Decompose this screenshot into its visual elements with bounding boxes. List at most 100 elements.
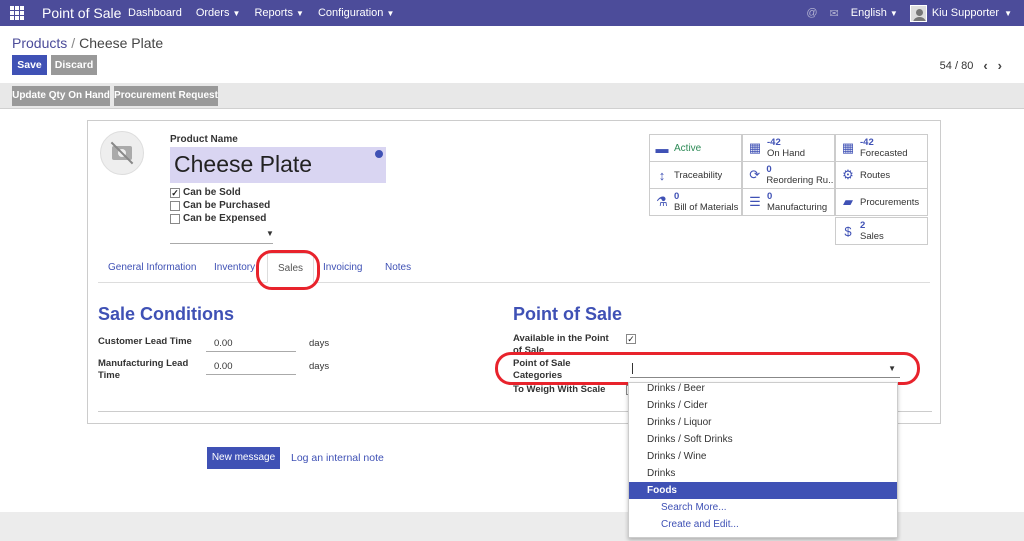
customer-lead-time-input[interactable]: 0.00: [206, 337, 296, 352]
chat-icon[interactable]: ✉: [830, 7, 839, 20]
can-be-sold-row: ✓ Can be Sold: [170, 187, 241, 198]
chevron-down-icon[interactable]: ▼: [266, 229, 274, 238]
bill-of-materials-button[interactable]: ⚗ 0 Bill of Materials: [649, 188, 742, 216]
product-name-label: Product Name: [170, 134, 238, 145]
avatar: [909, 4, 927, 22]
notebook-tabs: General Information Inventory Sales Invo…: [98, 253, 930, 283]
to-weigh-label: To Weigh With Scale: [513, 384, 606, 395]
category-select[interactable]: [170, 243, 273, 244]
building-icon: ▦: [748, 140, 762, 155]
forecasted-button[interactable]: ▦ -42 Forecasted: [835, 134, 928, 162]
reordering-rules-button[interactable]: ⟳ 0 Reordering Ru...: [742, 161, 835, 189]
dollar-icon: $: [844, 223, 852, 239]
language-menu[interactable]: English ▼: [851, 7, 898, 19]
tab-invoicing[interactable]: Invoicing: [313, 253, 372, 283]
arrows-vertical-icon: ↕: [658, 167, 666, 183]
archive-icon: ▬: [655, 140, 669, 156]
manufacturing-lead-time-input[interactable]: 0.00: [206, 360, 296, 375]
apps-grid-icon[interactable]: [10, 6, 24, 20]
save-button[interactable]: Save: [12, 55, 47, 75]
dropdown-item[interactable]: Drinks / Cider: [629, 397, 897, 414]
on-hand-label: On Hand: [767, 148, 806, 159]
forecasted-label: Forecasted: [860, 148, 908, 159]
product-name-value: Cheese Plate: [174, 151, 313, 177]
dropdown-item[interactable]: Drinks / Wine: [629, 448, 897, 465]
sale-conditions-title: Sale Conditions: [98, 304, 235, 324]
sales-value: 2: [860, 220, 866, 231]
chevron-down-icon: ▼: [386, 9, 395, 18]
breadcrumb-current: Cheese Plate: [79, 35, 164, 51]
menu-reports[interactable]: Reports ▼: [254, 7, 304, 19]
can-be-expensed-checkbox[interactable]: [170, 213, 180, 224]
flask-icon: ⚗: [656, 194, 668, 209]
forecasted-value: -42: [860, 137, 874, 148]
breadcrumb-separator: /: [71, 35, 76, 51]
available-in-pos-checkbox[interactable]: ✓: [626, 334, 636, 344]
can-be-expensed-label: Can be Expensed: [183, 213, 267, 224]
can-be-purchased-checkbox[interactable]: [170, 200, 180, 211]
manufacturing-button[interactable]: ☰ 0 Manufacturing: [742, 188, 835, 216]
new-message-button[interactable]: New message: [207, 447, 280, 469]
list-icon: ☰: [749, 194, 761, 209]
procurements-label: Procurements: [860, 196, 920, 208]
sales-button[interactable]: $ 2 Sales: [835, 217, 928, 245]
can-be-sold-checkbox[interactable]: ✓: [170, 187, 180, 198]
procurements-button[interactable]: ▰ Procurements: [835, 188, 928, 216]
user-menu[interactable]: Kiu Supporter ▼: [909, 4, 1012, 22]
statusbar: Update Qty On Hand Procurement Request: [0, 83, 1024, 109]
menu-orders[interactable]: Orders ▼: [196, 7, 241, 19]
manufacturing-lead-time-label: Manufacturing Lead Time: [98, 358, 189, 381]
can-be-expensed-row: Can be Expensed: [170, 213, 266, 224]
chevron-down-icon: ▼: [296, 9, 304, 18]
dropdown-item[interactable]: Drinks / Beer: [629, 383, 897, 397]
menu-dashboard[interactable]: Dashboard: [128, 7, 182, 19]
procurement-request-button[interactable]: Procurement Request: [114, 86, 218, 106]
chevron-down-icon: ▼: [1004, 8, 1012, 18]
log-note-link[interactable]: Log an internal note: [291, 452, 384, 464]
tab-notes[interactable]: Notes: [375, 253, 421, 283]
reordering-value: 0: [766, 164, 772, 175]
cogs-icon: ⚙: [842, 167, 854, 182]
create-and-edit-link[interactable]: Create and Edit...: [661, 519, 739, 530]
pager: 54 / 80 ‹ ›: [940, 58, 1002, 73]
traceability-label: Traceability: [674, 169, 723, 181]
dropdown-item[interactable]: Drinks: [629, 465, 897, 482]
search-more-link[interactable]: Search More...: [661, 502, 727, 513]
routes-button[interactable]: ⚙ Routes: [835, 161, 928, 189]
breadcrumb: Products / Cheese Plate: [12, 35, 163, 51]
menu-configuration[interactable]: Configuration ▼: [318, 7, 394, 19]
reordering-label: Reordering Ru...: [766, 175, 834, 186]
manufacturing-label: Manufacturing: [767, 202, 828, 213]
discard-button[interactable]: Discard: [51, 55, 97, 75]
user-name: Kiu Supporter: [931, 7, 1000, 19]
chevron-right-icon[interactable]: ›: [998, 58, 1002, 73]
can-be-sold-label: Can be Sold: [183, 187, 241, 198]
dropdown-item[interactable]: Drinks / Liquor: [629, 414, 897, 431]
refresh-icon: ⟳: [749, 167, 761, 182]
menu-orders-label: Orders: [195, 7, 230, 19]
app-name[interactable]: Point of Sale: [42, 5, 121, 21]
language-label: English: [850, 7, 887, 19]
product-image[interactable]: [100, 131, 144, 175]
sales-label: Sales: [860, 231, 884, 242]
navbar-right: @ ✉ English ▼ Kiu Supporter ▼: [806, 0, 1012, 26]
tab-general-information[interactable]: General Information: [98, 253, 206, 283]
dropdown-item[interactable]: Drinks / Soft Drinks: [629, 431, 897, 448]
dropdown-item-highlighted[interactable]: Foods: [629, 482, 897, 499]
pos-categories-dropdown: Drinks / Beer Drinks / Cider Drinks / Li…: [628, 382, 898, 538]
manufacturing-lead-time-unit: days: [309, 361, 330, 372]
at-icon[interactable]: @: [806, 7, 817, 19]
pager-value[interactable]: 54 / 80: [940, 60, 974, 72]
update-qty-button[interactable]: Update Qty On Hand: [12, 86, 110, 106]
chevron-left-icon[interactable]: ‹: [983, 58, 987, 73]
breadcrumb-products[interactable]: Products: [12, 35, 67, 51]
on-hand-button[interactable]: ▦ -42 On Hand: [742, 134, 835, 162]
top-navbar: Point of Sale Dashboard Orders ▼ Reports…: [0, 0, 1024, 26]
translate-icon[interactable]: [375, 150, 383, 158]
routes-label: Routes: [860, 169, 891, 181]
customer-lead-time-unit: days: [309, 338, 330, 349]
product-name-field[interactable]: Cheese Plate: [170, 147, 386, 183]
traceability-button[interactable]: ↕ Traceability: [649, 161, 742, 189]
menu-reports-label: Reports: [254, 7, 293, 19]
active-toggle-button[interactable]: ▬ Active: [649, 134, 742, 162]
